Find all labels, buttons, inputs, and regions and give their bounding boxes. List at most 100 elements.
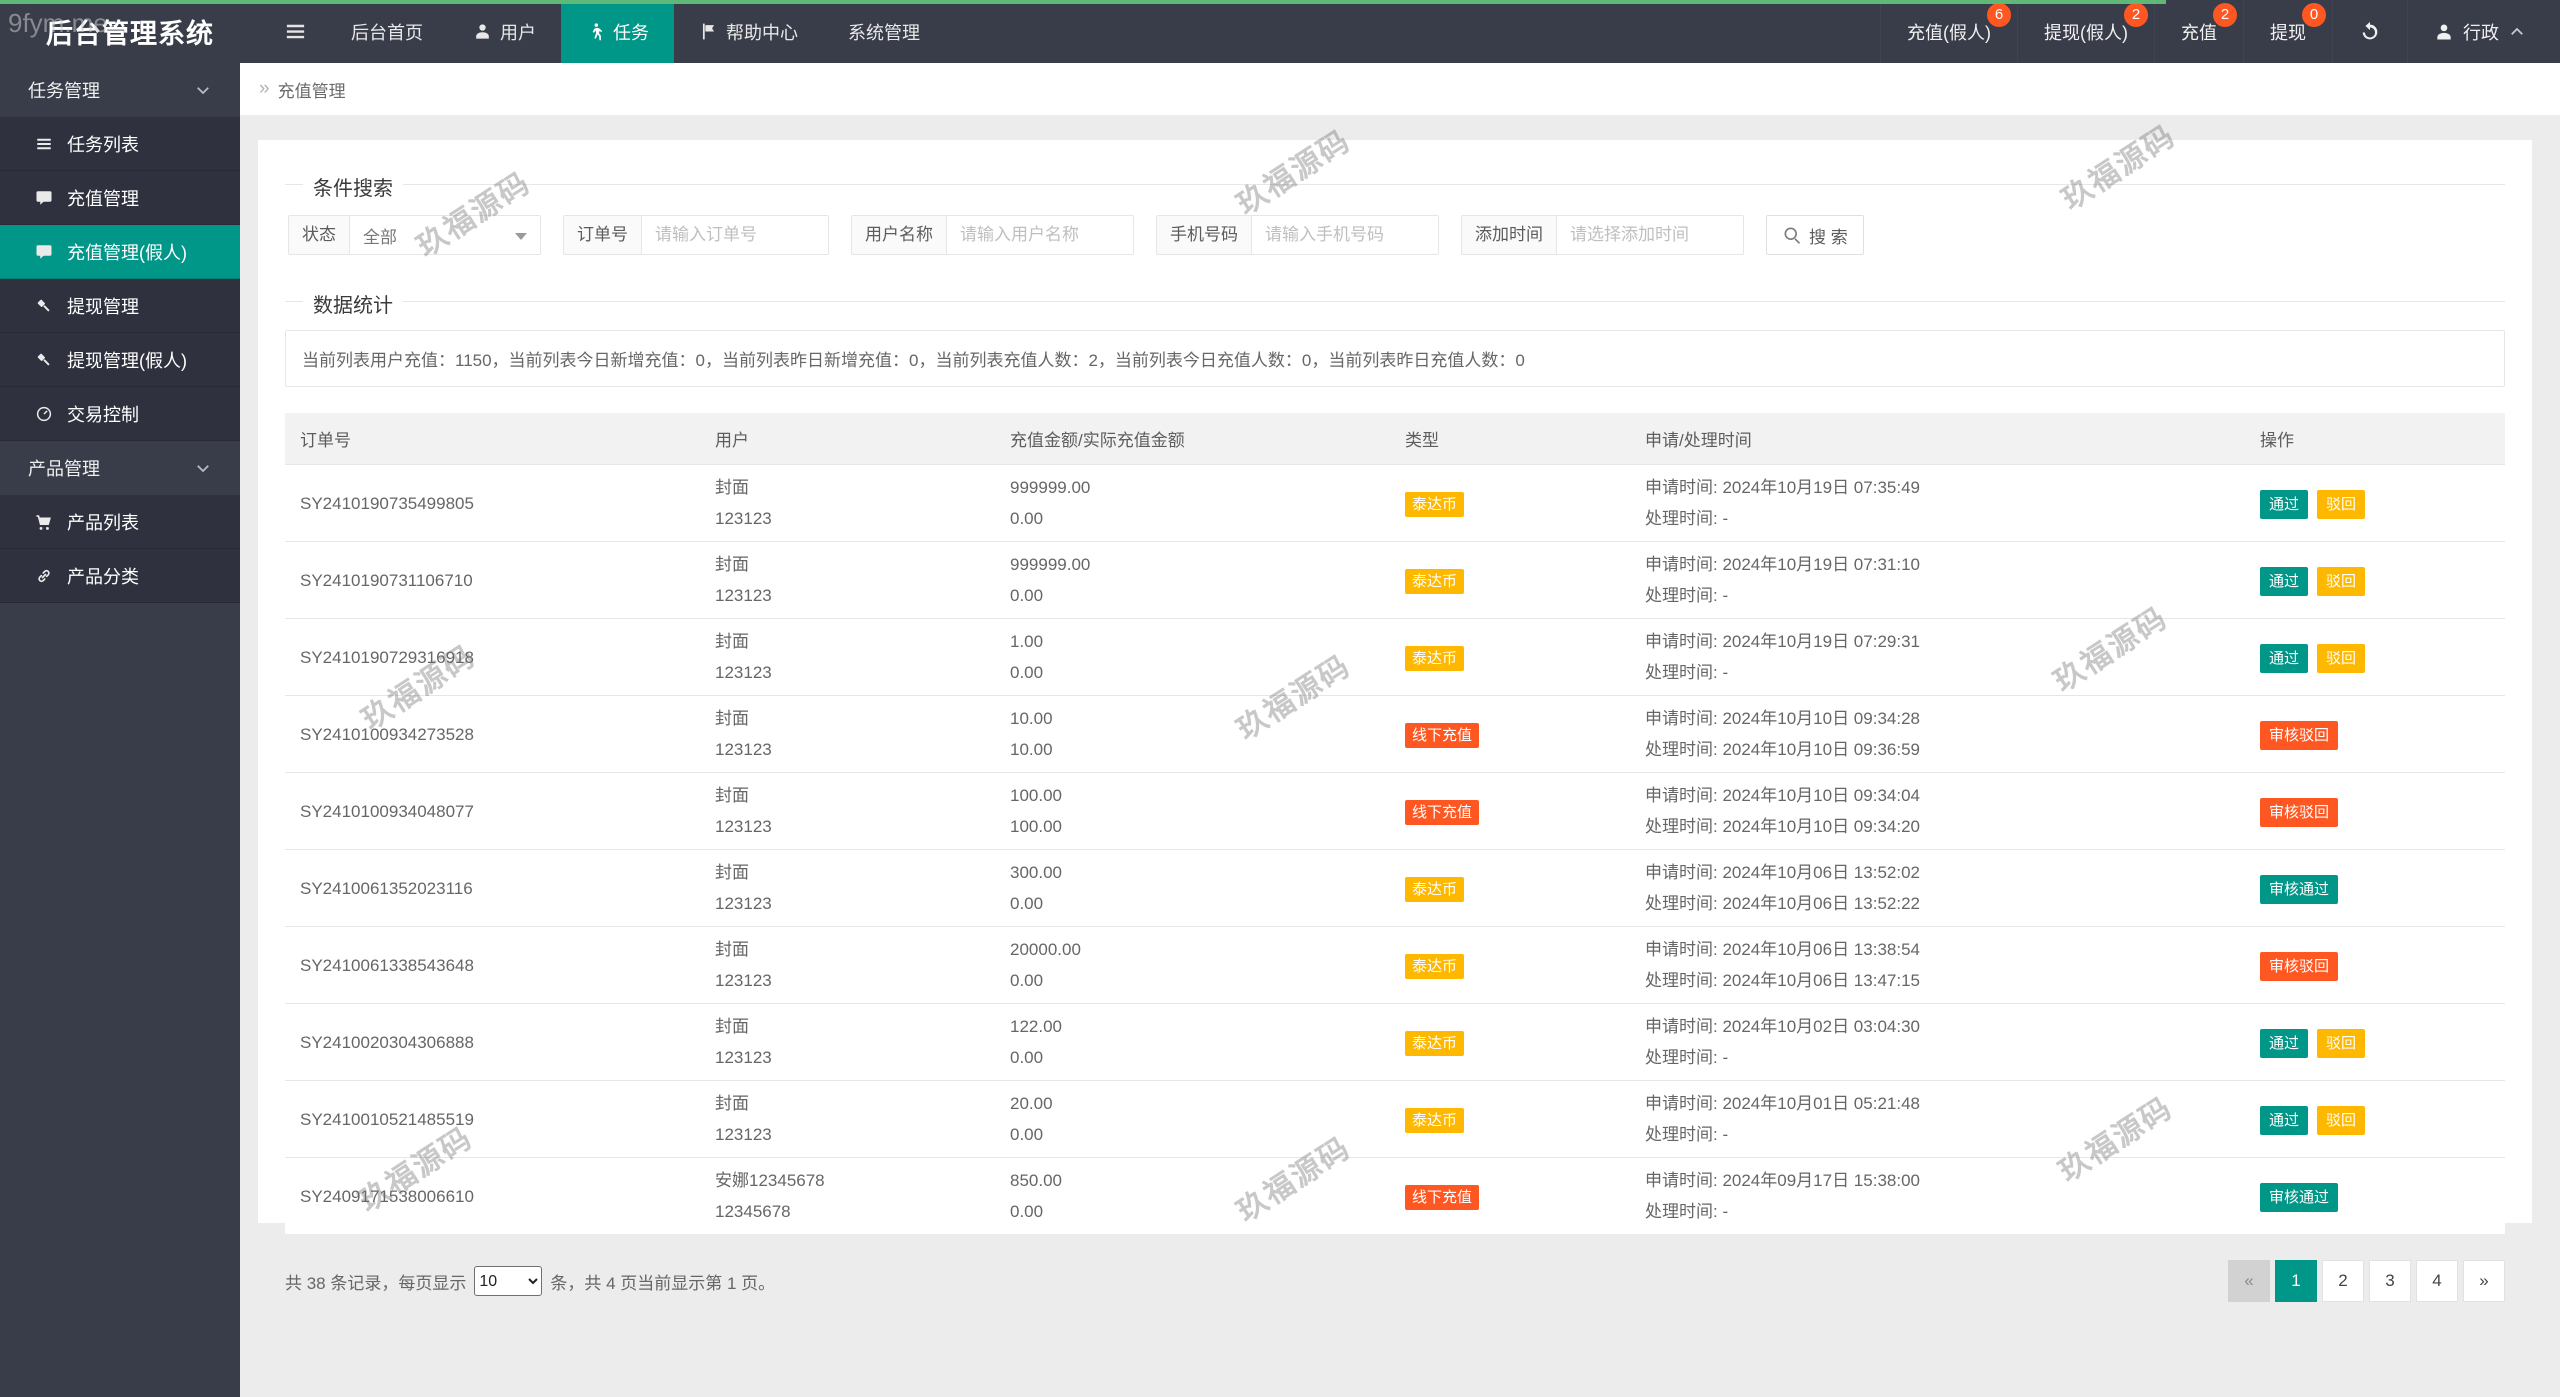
approve-button[interactable]: 通过 — [2260, 567, 2308, 596]
user-account: 123123 — [715, 965, 980, 996]
order-number: SY2410190729316918 — [285, 619, 700, 696]
sidebar-item[interactable]: 提现管理 — [0, 279, 240, 333]
header-nav-item[interactable]: 后台首页 — [326, 0, 448, 63]
page-button[interactable]: 2 — [2322, 1260, 2364, 1302]
reject-button[interactable]: 驳回 — [2317, 490, 2365, 519]
actual-amount: 0.00 — [1010, 965, 1375, 996]
page-size-select[interactable]: 10 — [474, 1266, 542, 1296]
sidebar-group-label: 产品管理 — [28, 455, 100, 481]
table-row: SY2410010521485519 封面 123123 20.00 0.00 … — [285, 1081, 2505, 1158]
sidebar-item-label: 产品列表 — [67, 509, 139, 535]
time-label: 添加时间 — [1461, 215, 1556, 255]
header-quick-label: 充值(假人) — [1907, 19, 1991, 45]
page-button-current[interactable]: 1 — [2275, 1260, 2317, 1302]
row-actions: 审核驳回 — [2245, 927, 2505, 1004]
page-next-button[interactable]: » — [2463, 1260, 2505, 1302]
header-nav-item[interactable]: 系统管理 — [823, 0, 945, 63]
refresh-button[interactable] — [2332, 0, 2407, 63]
header-nav-item[interactable]: 帮助中心 — [674, 0, 823, 63]
process-time: 处理时间: - — [1645, 580, 2230, 611]
status-select[interactable]: 全部 — [349, 215, 541, 255]
chat-icon — [33, 189, 55, 207]
order-number: SY2409171538006610 — [285, 1158, 700, 1235]
reject-button[interactable]: 驳回 — [2317, 1029, 2365, 1058]
chat-icon — [33, 243, 55, 261]
sidebar-group-task[interactable]: 任务管理 — [0, 63, 240, 117]
user-input[interactable] — [946, 215, 1134, 255]
apply-time: 申请时间: 2024年10月01日 05:21:48 — [1645, 1088, 2230, 1119]
header-quick-item[interactable]: 提现(假人) 2 — [2017, 0, 2154, 63]
sidebar: 任务管理 任务列表 充值管理 充值管理(假人) 提现管理 提现管理(假人) 交易… — [0, 63, 240, 1397]
header-quick-item[interactable]: 充值(假人) 6 — [1880, 0, 2017, 63]
table-row: SY2410020304306888 封面 123123 122.00 0.00… — [285, 1004, 2505, 1081]
type-badge: 线下充值 — [1405, 800, 1479, 825]
actual-amount: 10.00 — [1010, 734, 1375, 765]
actual-amount: 0.00 — [1010, 1196, 1375, 1227]
row-actions: 审核通过 — [2245, 1158, 2505, 1235]
sidebar-item[interactable]: 充值管理(假人) — [0, 225, 240, 279]
header-nav-item[interactable]: 任务 — [561, 0, 674, 63]
audit-approve-button[interactable]: 审核通过 — [2260, 875, 2338, 904]
count-badge: 6 — [1987, 3, 2011, 27]
sidebar-group-label: 任务管理 — [28, 77, 100, 103]
sidebar-item[interactable]: 产品列表 — [0, 495, 240, 549]
chevron-down-icon — [194, 81, 212, 99]
apply-time: 申请时间: 2024年10月06日 13:52:02 — [1645, 857, 2230, 888]
approve-button[interactable]: 通过 — [2260, 1106, 2308, 1135]
user-nickname: 封面 — [715, 626, 980, 657]
header-nav: 后台首页 用户 任务 帮助中心 系统管理 — [326, 0, 945, 63]
header-quick-item[interactable]: 充值 2 — [2154, 0, 2243, 63]
col-actions: 操作 — [2245, 413, 2505, 465]
audit-approve-button[interactable]: 审核通过 — [2260, 1183, 2338, 1212]
col-type: 类型 — [1390, 413, 1630, 465]
order-number: SY2410061352023116 — [285, 850, 700, 927]
sidebar-item[interactable]: 交易控制 — [0, 387, 240, 441]
approve-button[interactable]: 通过 — [2260, 1029, 2308, 1058]
type-badge: 线下充值 — [1405, 723, 1479, 748]
audit-reject-button[interactable]: 审核驳回 — [2260, 721, 2338, 750]
order-input[interactable] — [641, 215, 829, 255]
audit-reject-button[interactable]: 审核驳回 — [2260, 798, 2338, 827]
process-time: 处理时间: - — [1645, 1042, 2230, 1073]
reject-button[interactable]: 驳回 — [2317, 567, 2365, 596]
sidebar-group-product[interactable]: 产品管理 — [0, 441, 240, 495]
sidebar-item-label: 充值管理 — [67, 185, 139, 211]
hamburger-icon[interactable] — [264, 0, 326, 63]
time-input[interactable] — [1556, 215, 1744, 255]
header-right: 充值(假人) 6 提现(假人) 2 充值 2 提现 0 行政 — [1880, 0, 2560, 63]
user-nickname: 封面 — [715, 857, 980, 888]
walk-icon — [586, 22, 605, 41]
count-badge: 0 — [2302, 3, 2326, 27]
type-badge: 泰达币 — [1405, 646, 1464, 671]
header-quick-item[interactable]: 提现 0 — [2243, 0, 2332, 63]
user-menu[interactable]: 行政 — [2407, 0, 2560, 63]
approve-button[interactable]: 通过 — [2260, 490, 2308, 519]
user-account: 123123 — [715, 734, 980, 765]
row-actions: 通过驳回 — [2245, 1004, 2505, 1081]
sidebar-item[interactable]: 任务列表 — [0, 117, 240, 171]
approve-button[interactable]: 通过 — [2260, 644, 2308, 673]
order-number: SY2410010521485519 — [285, 1081, 700, 1158]
sidebar-item[interactable]: 充值管理 — [0, 171, 240, 225]
reject-button[interactable]: 驳回 — [2317, 1106, 2365, 1135]
recharge-amount: 850.00 — [1010, 1165, 1375, 1196]
col-user: 用户 — [700, 413, 995, 465]
page-button[interactable]: 3 — [2369, 1260, 2411, 1302]
sidebar-item[interactable]: 提现管理(假人) — [0, 333, 240, 387]
recharge-amount: 999999.00 — [1010, 472, 1375, 503]
header-nav-item[interactable]: 用户 — [448, 0, 561, 63]
page-button[interactable]: 4 — [2416, 1260, 2458, 1302]
reject-button[interactable]: 驳回 — [2317, 644, 2365, 673]
phone-input[interactable] — [1251, 215, 1439, 255]
search-button[interactable]: 搜 索 — [1766, 215, 1864, 255]
count-badge: 2 — [2213, 3, 2237, 27]
status-label: 状态 — [288, 215, 349, 255]
sidebar-item[interactable]: 产品分类 — [0, 549, 240, 603]
loading-progress-bar — [0, 0, 2166, 4]
table-row: SY2410061352023116 封面 123123 300.00 0.00… — [285, 850, 2505, 927]
audit-reject-button[interactable]: 审核驳回 — [2260, 952, 2338, 981]
stats-legend: 数据统计 — [303, 289, 403, 318]
user-nickname: 安娜12345678 — [715, 1165, 980, 1196]
page-prev-button[interactable]: « — [2228, 1260, 2270, 1302]
apply-time: 申请时间: 2024年10月06日 13:38:54 — [1645, 934, 2230, 965]
